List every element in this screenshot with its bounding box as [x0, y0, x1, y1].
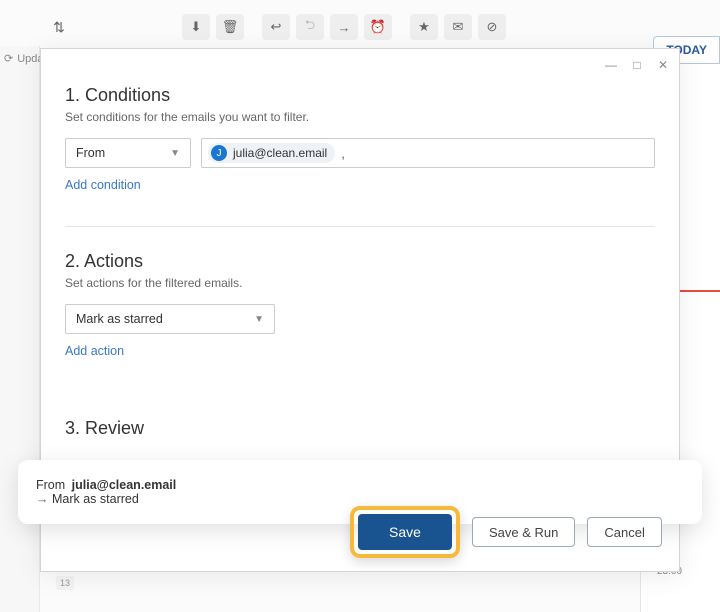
action-selected-label: Mark as starred [76, 312, 163, 326]
cancel-button[interactable]: Cancel [587, 517, 661, 547]
add-condition-link[interactable]: Add condition [65, 178, 655, 192]
summary-from-label: From [36, 478, 65, 492]
chip-separator: , [341, 146, 345, 161]
save-button[interactable]: Save [358, 514, 452, 550]
maximize-icon[interactable]: □ [629, 57, 645, 73]
condition-field-label: From [76, 146, 105, 160]
action-select[interactable]: Mark as starred ▼ [65, 304, 275, 334]
forward-icon[interactable]: → [330, 14, 358, 40]
chevron-down-icon: ▼ [254, 314, 264, 325]
summary-action: Mark as starred [52, 492, 139, 506]
reply-all-icon[interactable]: ⮌ [296, 14, 324, 40]
trash-icon[interactable]: 🗑 [216, 14, 244, 40]
save-highlight: Save [350, 506, 460, 558]
sort-icon[interactable]: ⇅ [48, 16, 70, 38]
chip-email-label: julia@clean.email [233, 146, 327, 160]
actions-title: 2. Actions [65, 251, 655, 272]
clock-icon[interactable]: ⏰ [364, 14, 392, 40]
close-icon[interactable]: ✕ [655, 57, 671, 73]
review-title: 3. Review [65, 418, 655, 439]
add-action-link[interactable]: Add action [65, 344, 655, 358]
left-sidebar [0, 46, 40, 612]
minimize-icon[interactable]: — [603, 57, 619, 73]
condition-field-select[interactable]: From ▼ [65, 138, 191, 168]
mail-icon[interactable]: ✉ [444, 14, 472, 40]
condition-value-input[interactable]: J julia@clean.email , [201, 138, 655, 168]
star-icon[interactable]: ★ [410, 14, 438, 40]
refresh-icon: ⟳ [4, 52, 13, 65]
download-icon[interactable]: ⬇ [182, 14, 210, 40]
actions-subtitle: Set actions for the filtered emails. [65, 276, 655, 290]
conditions-title: 1. Conditions [65, 85, 655, 106]
conditions-subtitle: Set conditions for the emails you want t… [65, 110, 655, 124]
chip-avatar-icon: J [211, 145, 227, 161]
save-and-run-button[interactable]: Save & Run [472, 517, 575, 547]
email-chip[interactable]: J julia@clean.email [208, 143, 335, 163]
chevron-down-icon: ▼ [170, 148, 180, 159]
summary-email: julia@clean.email [72, 478, 177, 492]
arrow-right-icon: → [36, 492, 52, 506]
block-icon[interactable]: ⊘ [478, 14, 506, 40]
reply-icon[interactable]: ↩ [262, 14, 290, 40]
calendar-day-label: 13 [56, 576, 74, 590]
section-divider [65, 226, 655, 227]
